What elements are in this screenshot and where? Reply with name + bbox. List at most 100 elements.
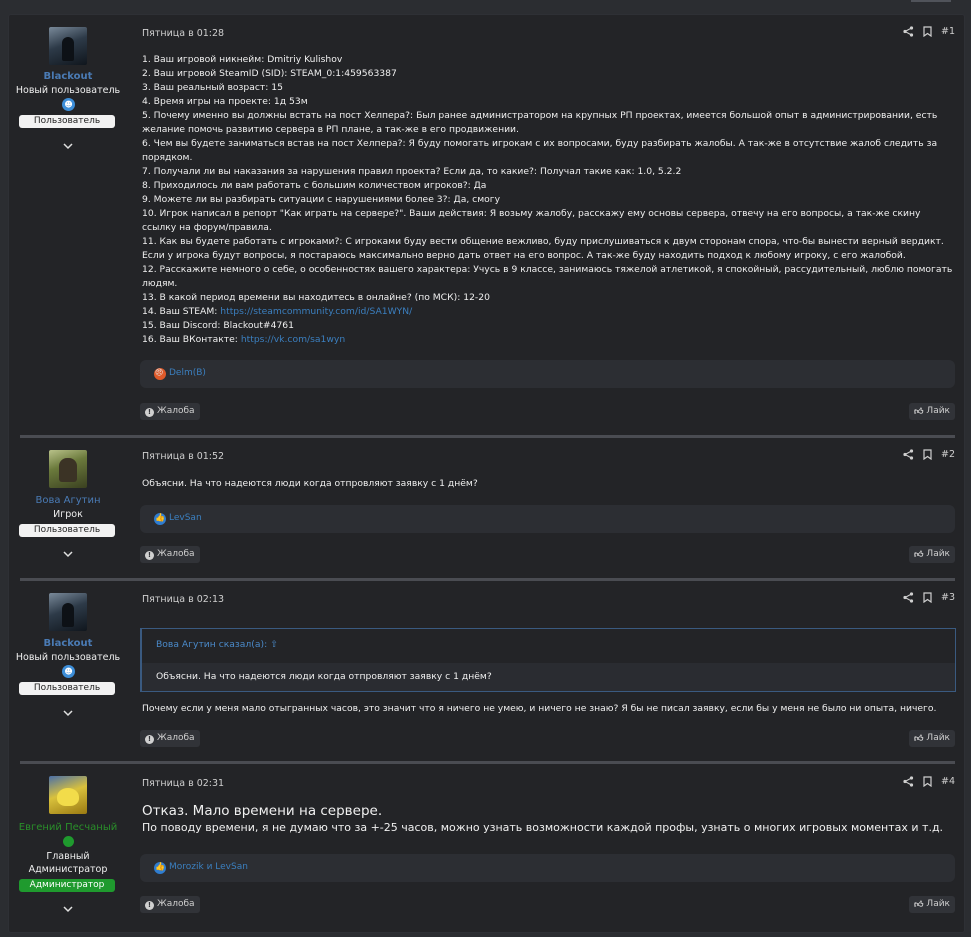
username[interactable]: Blackout: [9, 71, 127, 82]
vk-label: 16. Ваш ВКонтакте:: [142, 334, 241, 345]
answer-line-vk: 16. Ваш ВКонтакте: https://vk.com/sa1wyn: [142, 333, 957, 347]
share-icon[interactable]: [903, 26, 914, 37]
reactions-list[interactable]: LevSan: [169, 513, 202, 523]
post-number[interactable]: #2: [941, 449, 955, 460]
like-label: Лайк: [926, 733, 950, 743]
post-4: Евгений Песчаный Главный Администратор А…: [9, 764, 964, 929]
avatar[interactable]: [49, 593, 87, 631]
like-reaction-icon: [154, 513, 166, 525]
report-button[interactable]: ! Жалоба: [140, 403, 200, 420]
arrow-up-circle-icon[interactable]: ⇧: [270, 639, 278, 650]
chevron-down-icon[interactable]: [61, 708, 75, 718]
user-title: Игрок: [53, 509, 83, 520]
answer-line: 6. Чем вы будете заниматься встав на пос…: [142, 138, 938, 163]
report-label: Жалоба: [157, 733, 195, 743]
post-tools: #4: [903, 776, 955, 787]
chevron-down-icon[interactable]: [61, 549, 75, 559]
user-badge-icon: ☻: [62, 665, 75, 678]
like-reaction-icon: [154, 862, 166, 874]
quote-block: Вова Агутин сказал(а): ⇧ Объясни. На что…: [140, 628, 956, 692]
like-icon: 👍︎: [914, 550, 924, 560]
user-title-line1: Главный: [46, 851, 90, 862]
bookmark-icon[interactable]: [923, 26, 932, 37]
like-label: Лайк: [926, 406, 950, 416]
report-label: Жалоба: [157, 406, 195, 416]
report-button[interactable]: ! Жалоба: [140, 730, 200, 747]
like-button[interactable]: 👍︎ Лайк: [909, 546, 955, 563]
like-label: Лайк: [926, 549, 950, 559]
top-bar: [0, 0, 971, 14]
chevron-down-icon[interactable]: [61, 141, 75, 151]
avatar[interactable]: [49, 450, 87, 488]
like-button[interactable]: 👍︎ Лайк: [909, 730, 955, 747]
report-button[interactable]: ! Жалоба: [140, 896, 200, 913]
user-info: Евгений Песчаный Главный Администратор А…: [9, 764, 127, 929]
answer-line: 10. Игрок написал в репорт "Как играть н…: [142, 208, 921, 233]
like-button[interactable]: 👍︎ Лайк: [909, 403, 955, 420]
avatar[interactable]: [49, 27, 87, 65]
post-date[interactable]: Пятница в 01:52: [142, 451, 224, 462]
report-button[interactable]: ! Жалоба: [140, 546, 200, 563]
quote-body: Объясни. На что надеются люди когда отпр…: [142, 663, 955, 691]
steam-label: 14. Ваш STEAM:: [142, 306, 221, 317]
post-number[interactable]: #1: [941, 26, 955, 37]
answer-line-steam: 14. Ваш STEAM: https://steamcommunity.co…: [142, 305, 957, 319]
user-title-line2: Администратор: [28, 864, 108, 875]
share-icon[interactable]: [903, 449, 914, 460]
report-icon: !: [145, 901, 154, 910]
user-info: Blackout Новый пользователь ☻ Пользовате…: [9, 15, 127, 435]
like-button[interactable]: 👍︎ Лайк: [909, 896, 955, 913]
reactions-bar: Morozik и LevSan: [140, 854, 955, 882]
post-1: Blackout Новый пользователь ☻ Пользовате…: [9, 15, 964, 435]
username[interactable]: Вова Агутин: [9, 495, 127, 506]
answer-line: 2. Ваш игровой SteamID (SID): STEAM_0:1:…: [142, 68, 397, 79]
post-date[interactable]: Пятница в 02:13: [142, 594, 224, 605]
user-info: Blackout Новый пользователь ☻ Пользовате…: [9, 581, 127, 761]
share-icon[interactable]: [903, 776, 914, 787]
user-group-badge: Пользователь: [19, 682, 115, 695]
vk-link[interactable]: https://vk.com/sa1wyn: [241, 334, 345, 345]
user-title: Новый пользователь: [15, 652, 121, 663]
post-tools: #2: [903, 449, 955, 460]
post-body: Почему если у меня мало отыгранных часов…: [142, 702, 957, 716]
report-icon: !: [145, 735, 154, 744]
bookmark-icon[interactable]: [923, 449, 932, 460]
answer-line: 3. Ваш реальный возраст: 15: [142, 82, 283, 93]
post-number[interactable]: #4: [941, 776, 955, 787]
quote-author[interactable]: Вова Агутин сказал(а): ⇧: [156, 639, 278, 650]
post-3: Blackout Новый пользователь ☻ Пользовате…: [9, 581, 964, 761]
like-icon: 👍︎: [914, 734, 924, 744]
reactions-list[interactable]: Delm(B): [169, 368, 206, 378]
quote-text: Объясни. На что надеются люди когда отпр…: [156, 671, 492, 682]
post-date[interactable]: Пятница в 02:31: [142, 778, 224, 789]
username[interactable]: Blackout: [9, 638, 127, 649]
post-text: По поводу времени, я не думаю что за +-2…: [142, 821, 944, 834]
answer-line: 5. Почему именно вы должны встать на пос…: [142, 110, 938, 135]
user-badge-icon: ☻: [62, 98, 75, 111]
post-tools: #1: [903, 26, 955, 37]
steam-link[interactable]: https://steamcommunity.com/id/SA1WYN/: [220, 306, 412, 317]
user-info: Вова Агутин Игрок Пользователь: [9, 438, 127, 578]
user-group-badge: Администратор: [19, 879, 115, 892]
share-icon[interactable]: [903, 592, 914, 603]
reactions-bar: LevSan: [140, 505, 955, 533]
answer-line-discord: 15. Ваш Discord: Blackout#4761: [142, 320, 294, 331]
post-number[interactable]: #3: [941, 592, 955, 603]
reactions-list[interactable]: Morozik и LevSan: [169, 862, 248, 872]
post-date[interactable]: Пятница в 01:28: [142, 28, 224, 39]
post-headline: Отказ. Мало времени на сервере.: [142, 803, 383, 819]
chevron-down-icon[interactable]: [61, 904, 75, 914]
bookmark-icon[interactable]: [923, 592, 932, 603]
post-body: Отказ. Мало времени на сервере. По повод…: [142, 802, 957, 836]
bookmark-icon[interactable]: [923, 776, 932, 787]
avatar[interactable]: [49, 776, 87, 814]
answer-line: 4. Время игры на проекте: 1д 53м: [142, 96, 308, 107]
answer-line: 9. Можете ли вы разбирать ситуации с нар…: [142, 194, 501, 205]
answer-line: 13. В какой период времени вы находитесь…: [142, 292, 490, 303]
post-2: Вова Агутин Игрок Пользователь Пятница в…: [9, 438, 964, 578]
answer-line: 1. Ваш игровой никнейм: Dmitriy Kulishov: [142, 54, 343, 65]
answer-line: 12. Расскажите немного о себе, о особенн…: [142, 264, 953, 289]
username[interactable]: Евгений Песчаный: [9, 822, 127, 833]
post-body: 1. Ваш игровой никнейм: Dmitriy Kulishov…: [142, 53, 957, 347]
top-tab-edge: [911, 0, 951, 2]
